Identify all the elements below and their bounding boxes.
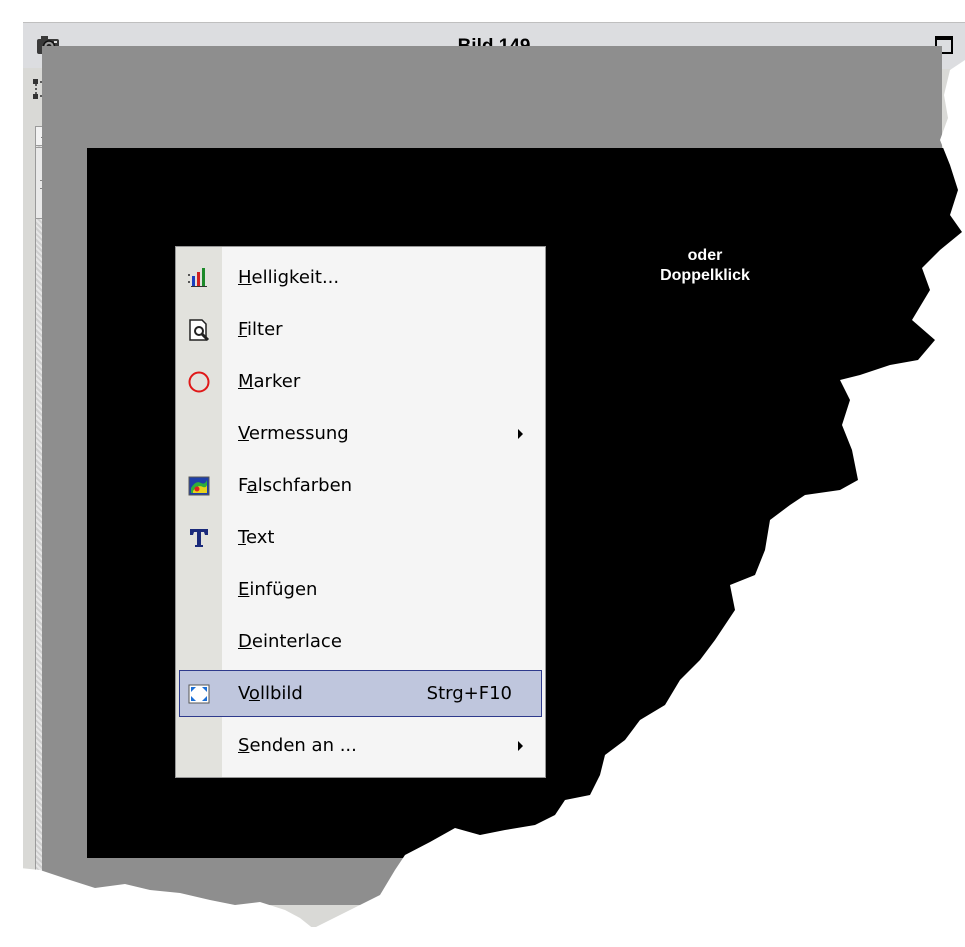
menu-item-filter[interactable]: Filter	[176, 304, 545, 356]
menu-label: Senden an ...	[238, 735, 357, 756]
submenu-arrow-icon	[518, 429, 523, 439]
menu-label: Marker	[238, 371, 301, 392]
menu-item-marker[interactable]: Marker	[176, 356, 545, 408]
brightness-chart-icon	[188, 268, 207, 287]
menu-item-einfuegen[interactable]: Einfügen	[176, 564, 545, 616]
menu-item-vermessung[interactable]: Vermessung	[176, 408, 545, 460]
text-tool-icon	[190, 529, 208, 547]
circle-marker-icon	[188, 371, 210, 393]
menu-label: Vermessung	[238, 423, 349, 444]
menu-item-senden-an[interactable]: Senden an ...	[176, 720, 545, 772]
menu-item-text[interactable]: Text	[176, 512, 545, 564]
menu-item-falschfarben[interactable]: Falschfarben	[176, 460, 545, 512]
fullscreen-icon	[188, 684, 210, 704]
double-click-hint: oder Doppelklick	[610, 246, 800, 286]
hint-line-1: oder	[687, 247, 723, 264]
submenu-arrow-icon	[518, 741, 523, 751]
menu-shortcut: Strg+F10	[426, 683, 512, 704]
hint-line-2: Doppelklick	[660, 267, 750, 284]
menu-item-deinterlace[interactable]: Deinterlace	[176, 616, 545, 668]
menu-label: Deinterlace	[238, 631, 342, 652]
menu-item-vollbild[interactable]: Vollbild Strg+F10	[176, 668, 545, 720]
menu-label: Falschfarben	[238, 475, 353, 496]
menu-label: Einfügen	[238, 579, 318, 600]
menu-label: Helligkeit...	[238, 267, 340, 288]
menu-label: Filter	[238, 319, 283, 340]
menu-label: Text	[238, 527, 275, 548]
filter-magnifier-icon	[189, 319, 210, 342]
false-color-icon	[188, 476, 210, 496]
context-menu: Helligkeit... Filter Marker Vermessung F…	[175, 246, 546, 778]
menu-label: Vollbild	[238, 683, 303, 704]
menu-item-helligkeit[interactable]: Helligkeit...	[176, 252, 545, 304]
